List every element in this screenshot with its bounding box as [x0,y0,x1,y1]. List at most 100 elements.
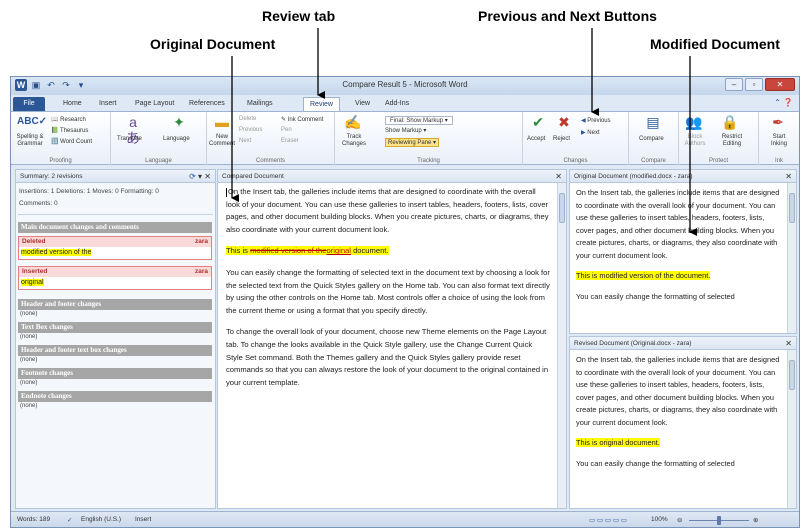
block-authors-icon[interactable]: 👥 [685,114,703,130]
scroll-thumb[interactable] [789,360,795,390]
eraser-button[interactable]: Eraser [281,138,299,144]
reviewing-pane-close-icon[interactable]: ✕ [204,172,211,181]
tab-file[interactable]: File [13,97,45,111]
language-status[interactable]: English (U.S.) [81,516,121,523]
section-text-box[interactable]: Text Box changes [18,322,212,333]
ribbon-tab-bar: File Home Insert Page Layout References … [11,95,799,111]
tab-review[interactable]: Review [303,97,340,111]
scroll-thumb[interactable] [789,193,795,223]
help-icon[interactable]: ⌃ ❓ [774,98,793,107]
insert-mode-status[interactable]: Insert [135,516,151,523]
previous-change-button[interactable]: ◀ Previous [581,117,611,124]
view-buttons[interactable]: ▭ ▭ ▭ ▭ ▭ [589,516,627,524]
original-paragraph-3: You can easily change the formatting of … [576,291,735,301]
pen-button[interactable]: Pen [281,127,292,133]
tab-mailings[interactable]: Mailings [247,97,273,111]
zoom-level[interactable]: 100% [651,516,668,523]
new-comment-button[interactable]: New Comment [209,134,235,148]
new-comment-icon[interactable]: ▬ [213,114,231,130]
start-inking-button[interactable]: Start Inking [765,134,793,148]
revised-document-body[interactable]: On the Insert tab, the galleries include… [576,354,782,478]
tab-home[interactable]: Home [63,97,82,111]
revised-paragraph-2: This is original document. [576,438,660,447]
original-document-body[interactable]: On the Insert tab, the galleries include… [576,187,782,311]
tab-references[interactable]: References [189,97,225,111]
reject-button[interactable]: Reject [553,136,570,143]
group-proofing: ABC✓ Spelling & Grammar 📖 Research 📗 The… [11,112,111,165]
scroll-thumb[interactable] [559,193,565,223]
proofing-status-icon[interactable]: ✓ [67,516,72,524]
next-comment-button[interactable]: Next [239,138,251,144]
original-scrollbar[interactable] [787,183,796,333]
restrict-editing-icon[interactable]: 🔒 [721,114,739,130]
language-icon[interactable]: ✦ [169,114,189,130]
refresh-icon[interactable]: ⟳ [189,172,196,181]
compared-document-close-icon[interactable]: ✕ [555,170,562,183]
accept-icon[interactable]: ✔ [529,114,547,130]
window-controls: – ▫ ✕ [725,78,795,91]
compare-icon[interactable]: ▤ [643,114,663,130]
zoom-out-icon[interactable]: ⊖ [677,516,682,524]
revision-text: modified version of the [21,249,92,256]
callout-prev-next: Previous and Next Buttons [478,8,657,24]
revised-scrollbar[interactable] [787,350,796,508]
display-for-review-select[interactable]: Final: Show Markup ▾ [385,116,453,125]
zoom-slider-thumb[interactable] [717,516,721,525]
maximize-button[interactable]: ▫ [745,78,763,91]
tab-add-ins[interactable]: Add-Ins [385,97,409,111]
track-changes-button[interactable]: Track Changes [339,134,369,148]
original-document-close-icon[interactable]: ✕ [785,170,792,183]
spelling-grammar-button[interactable]: Spelling & Grammar [13,134,47,148]
pane-options-icon[interactable]: ▾ [198,172,202,181]
ink-comment-button[interactable]: ✎ Ink Comment [281,116,323,123]
tab-view[interactable]: View [355,97,370,111]
original-document-header: Original Document (modified.docx - zara)… [570,170,796,183]
ink-comment-icon: ✎ [281,117,287,123]
reviewing-pane-button[interactable]: Reviewing Pane ▾ [385,138,440,147]
zoom-in-icon[interactable]: ⊕ [753,516,758,524]
spelling-icon[interactable]: ABC✓ [17,114,47,130]
section-header-footer-text-box[interactable]: Header and footer text box changes [18,345,212,356]
next-icon: ▶ [581,130,586,136]
text-cursor [226,187,227,197]
tab-insert[interactable]: Insert [99,97,117,111]
section-footnote[interactable]: Footnote changes [18,368,212,379]
revision-inserted[interactable]: Inserted zara original [18,266,212,290]
previous-comment-button[interactable]: Previous [239,127,262,133]
compared-scrollbar[interactable] [557,183,566,508]
language-button[interactable]: Language [163,136,190,143]
accept-button[interactable]: Accept [527,136,545,143]
compared-paragraph-1: On the Insert tab, the galleries include… [226,187,549,234]
group-ink-label: Ink [774,158,783,164]
start-inking-icon[interactable]: ✒ [769,114,787,130]
revision-deleted[interactable]: Deleted zara modified version of the [18,236,212,260]
section-endnote[interactable]: Endnote changes [18,391,212,402]
word-count-status[interactable]: Words: 189 [17,516,50,523]
minimize-button[interactable]: – [725,78,743,91]
translate-button[interactable]: Translate [117,136,142,143]
compare-button[interactable]: Compare [639,136,664,143]
tab-page-layout[interactable]: Page Layout [135,97,174,111]
delete-comment-button[interactable]: Delete [239,116,256,122]
next-change-button[interactable]: ▶ Next [581,129,600,136]
block-authors-button[interactable]: Block Authors [681,134,709,148]
group-compare: ▤ Compare Compare [629,112,679,165]
reject-icon[interactable]: ✖ [555,114,573,130]
status-bar: Words: 189 ✓ English (U.S.) Insert ▭ ▭ ▭… [11,511,799,527]
group-tracking-label: Tracking [417,158,440,164]
section-main-document[interactable]: Main document changes and comments [18,222,212,233]
research-icon: 📖 [51,117,59,123]
compared-document-body[interactable]: On the Insert tab, the galleries include… [226,186,550,398]
close-button[interactable]: ✕ [765,78,795,91]
section-header-footer[interactable]: Header and footer changes [18,299,212,310]
track-changes-icon[interactable]: ✍ [343,114,363,130]
word-count-button[interactable]: 🔢 Word Count [51,138,92,145]
compared-paragraph-3: You can easily change the formatting of … [226,267,550,315]
research-button[interactable]: 📖 Research [51,116,86,123]
revised-document-close-icon[interactable]: ✕ [785,337,792,350]
revision-type: Inserted [22,268,48,275]
compared-paragraph-4: To change the overall look of your docum… [226,327,549,387]
show-markup-button[interactable]: Show Markup ▾ [385,127,426,134]
restrict-editing-button[interactable]: Restrict Editing [715,134,749,148]
thesaurus-button[interactable]: 📗 Thesaurus [51,127,88,134]
